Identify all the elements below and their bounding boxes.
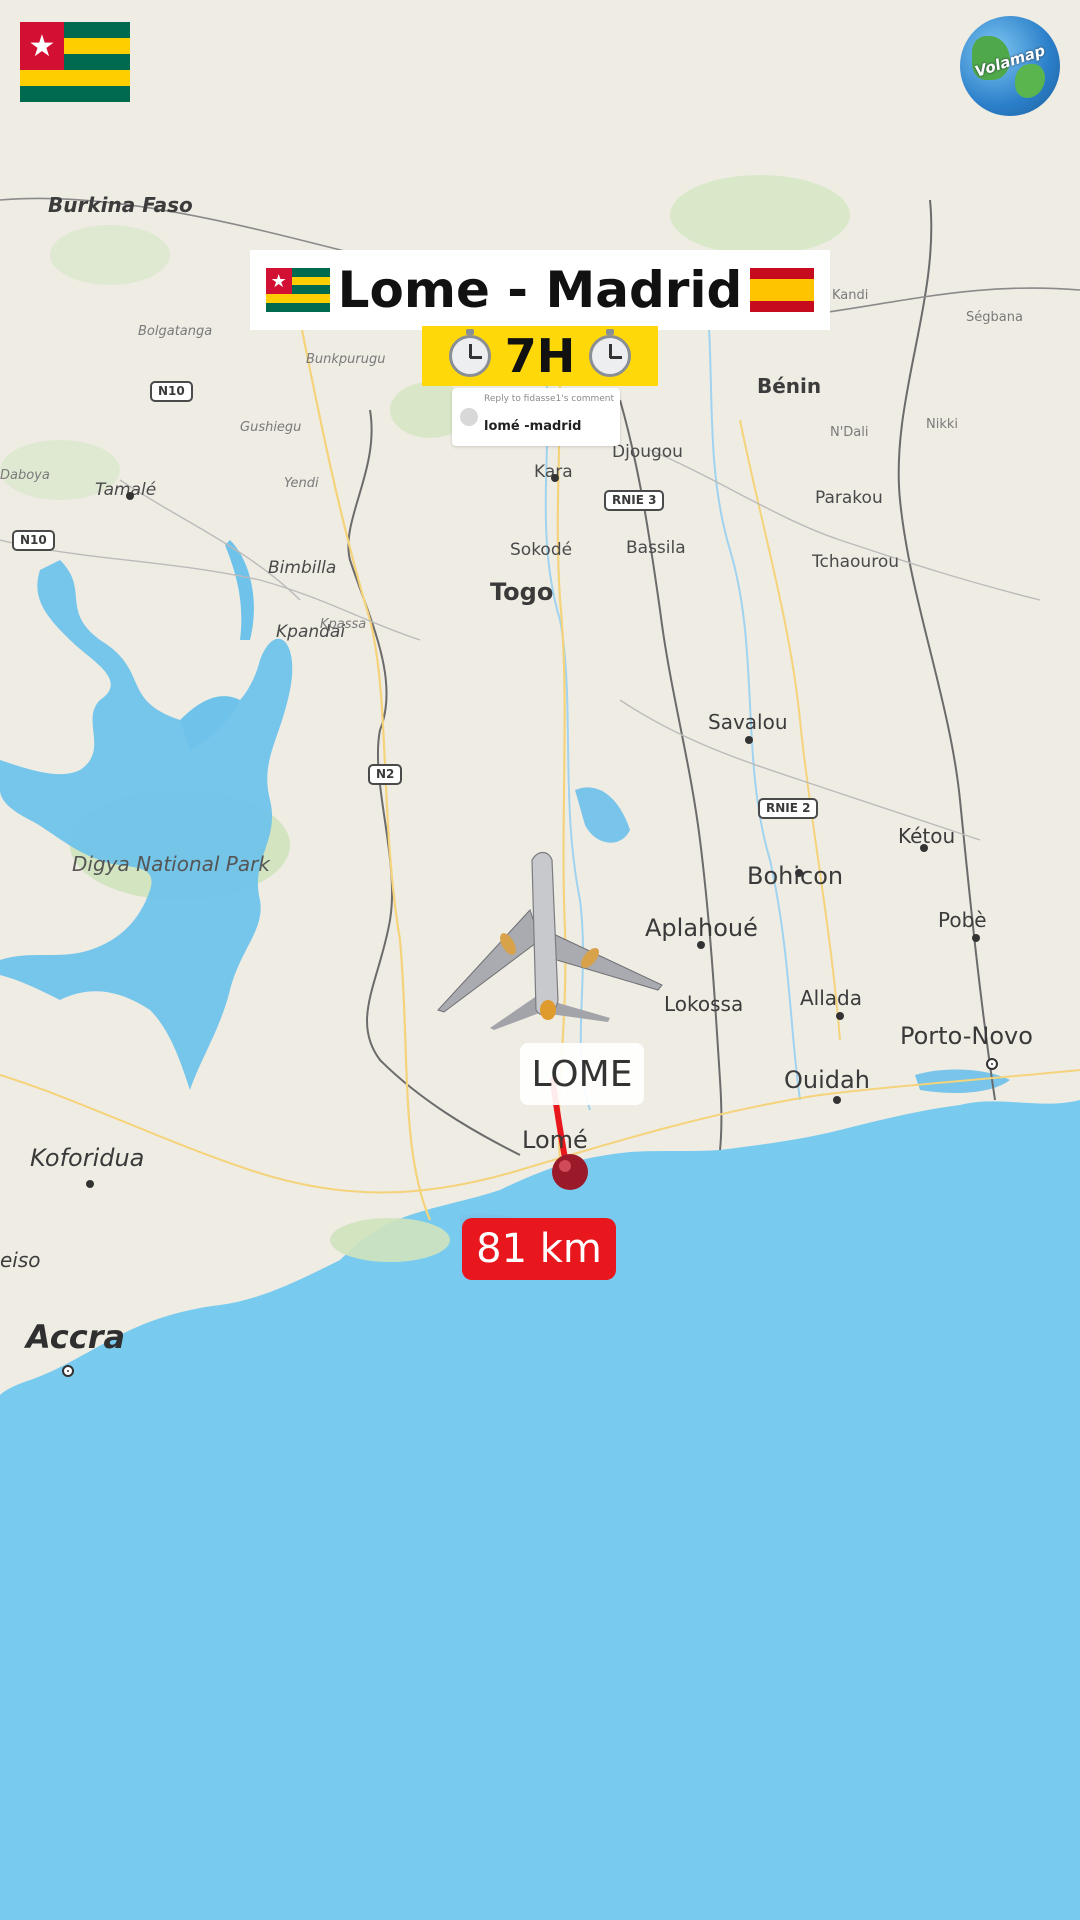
map-label-tchaourou: Tchaourou [812,552,900,572]
city-dot-tamale [126,492,134,500]
map-label-allada: Allada [800,986,863,1010]
map-label-koforidua: Koforidua [30,1144,145,1172]
map-label-lome: Lomé [522,1126,588,1154]
map-label-segbana: Ségbana [966,310,1023,325]
map-label-bassila: Bassila [626,538,686,558]
distance-badge: 81 km [462,1218,616,1280]
reply-comment-card[interactable]: Reply to fidasse1's comment lomé -madrid [452,388,620,446]
city-dot-savalou [745,736,753,744]
map-label-sokode: Sokodé [510,540,573,560]
map-label-weiso: eiso [0,1248,41,1272]
coastal-park [330,1218,450,1262]
map-label-djougou: Djougou [612,442,683,462]
map-label-pobe: Pobè [938,908,987,932]
map-label-aplahoue: Aplahoué [645,914,758,942]
city-dot-pobe [972,934,980,942]
route-origin-label: LOME [520,1043,644,1105]
road-shield-rnie2: RNIE 2 [758,798,819,819]
map-label-kandi: Kandi [832,288,869,303]
city-dot-allada [836,1012,844,1020]
city-dot-kara [551,474,559,482]
flight-duration-badge: 7H [422,326,658,386]
spain-flag-icon [750,268,815,312]
togo-flag-icon: ★ [20,22,130,102]
map-label-bimbilla: Bimbilla [268,558,337,578]
map-label-kpassa: Kpassa [320,617,367,632]
volamap-globe-logo: Volamap [960,16,1060,116]
park-area-west [50,225,170,285]
map-label-ndali: N'Dali [830,425,869,440]
alarm-clock-icon [448,329,491,377]
city-dot-ouidah [833,1096,841,1104]
road-shield-n2: N2 [368,764,403,785]
map-label-porto-novo: Porto-Novo [900,1022,1033,1050]
flight-duration: 7H [504,329,576,383]
capital-marker-porto-novo [986,1058,998,1070]
map-label-togo: Togo [490,578,554,606]
park-area-north [670,175,850,255]
road-shield-rnie3: RNIE 3 [604,490,665,511]
route-title: Lome - Madrid [337,261,743,319]
airplane-icon [437,851,663,1030]
map-label-daboya: Daboya [0,468,50,483]
road-shield-n10: N10 [12,530,55,551]
map-label-benin: Bénin [757,374,822,398]
road-shield-n10-north: N10 [150,381,193,402]
map-label-nikki: Nikki [926,417,959,432]
map-label-digya-national-park: Digya National Park [72,852,270,876]
map-label-bolgatanga: Bolgatanga [138,324,213,339]
togo-flag-icon: ★ [265,268,330,312]
title-banner: ★ Lome - Madrid [250,250,830,330]
map-label-yendi: Yendi [284,476,319,491]
avatar [460,408,478,426]
map-label-savalou: Savalou [708,710,788,734]
reply-comment-text: lomé -madrid [484,419,582,434]
city-dot-bohicon [795,869,803,877]
map-label-parakou: Parakou [815,488,883,508]
alarm-clock-icon [589,329,632,377]
city-dot-koforidua [86,1180,94,1188]
reply-header: Reply to fidasse1's comment [484,394,615,404]
map-label-accra: Accra [26,1318,126,1356]
map-label-gushiegu: Gushiegu [240,420,302,435]
map-label-burkina-faso: Burkina Faso [48,193,193,217]
lome-marker [552,1154,588,1190]
city-dot-aplahoue [697,941,705,949]
map-label-bohicon: Bohicon [747,862,844,890]
map-label-bunkpurugu: Bunkpurugu [306,352,386,367]
city-dot-ketou [920,844,928,852]
map-label-lokossa: Lokossa [664,992,744,1016]
map-label-ouidah: Ouidah [784,1066,870,1094]
capital-marker-accra [62,1365,74,1377]
